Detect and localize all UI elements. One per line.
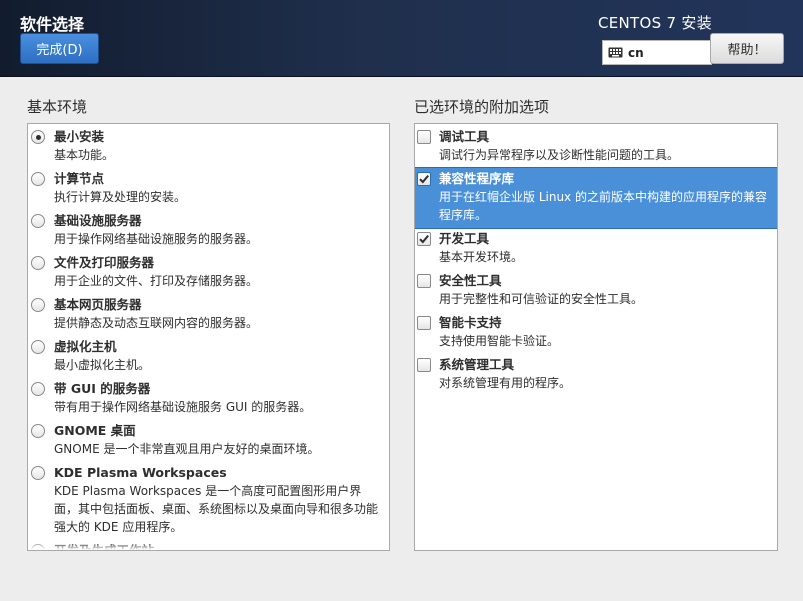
addon-option[interactable]: 调试工具调试行为异常程序以及诊断性能问题的工具。 <box>415 126 777 168</box>
done-button[interactable]: 完成(D) <box>20 33 99 64</box>
page-title: 软件选择 <box>20 15 85 34</box>
checkmark-icon <box>419 174 429 184</box>
checkbox-unchecked[interactable] <box>417 316 431 330</box>
environment-option[interactable]: GNOME 桌面 GNOME 是一个非常直观且用户友好的桌面环境。 <box>30 420 385 462</box>
radio-unselected[interactable] <box>31 214 45 228</box>
keyboard-icon <box>608 47 623 58</box>
environment-option-title: 基本网页服务器 <box>54 297 142 312</box>
addons-list[interactable]: 调试工具调试行为异常程序以及诊断性能问题的工具。 兼容性程序库用于在红帽企业版 L… <box>414 123 778 551</box>
radio-unselected[interactable] <box>31 256 45 270</box>
environment-option-description: GNOME 是一个非常直观且用户友好的桌面环境。 <box>54 442 320 456</box>
radio-unselected[interactable] <box>31 424 45 438</box>
environment-option-description: 执行计算及处理的安装。 <box>54 190 187 204</box>
addon-option-description: 基本开发环境。 <box>439 250 524 264</box>
environment-option-description: 最小虚拟化主机。 <box>54 358 151 372</box>
radio-unselected[interactable] <box>31 466 45 480</box>
addon-option[interactable]: 安全性工具用于完整性和可信验证的安全性工具。 <box>415 270 777 312</box>
checkbox-checked[interactable] <box>417 172 431 186</box>
radio-selected[interactable] <box>31 130 45 144</box>
environment-option[interactable]: KDE Plasma Workspaces KDE Plasma Workspac… <box>30 462 385 540</box>
environment-option-description: 用于企业的文件、打印及存储服务器。 <box>54 274 259 288</box>
environment-option-title: GNOME 桌面 <box>54 423 136 438</box>
environment-option-description: 带有用于操作网络基础设施服务 GUI 的服务器。 <box>54 400 312 414</box>
checkbox-unchecked[interactable] <box>417 358 431 372</box>
scroll-fade <box>28 542 389 550</box>
addon-option-title: 调试工具 <box>439 129 490 144</box>
addon-option[interactable]: 兼容性程序库用于在红帽企业版 Linux 的之前版本中构建的应用程序的兼容程序库… <box>415 167 777 229</box>
addon-option-description: 对系统管理有用的程序。 <box>439 376 572 390</box>
environment-option-description: KDE Plasma Workspaces 是一个高度可配置图形用户界面，其中包… <box>54 484 379 534</box>
environment-option[interactable]: 最小安装 基本功能。 <box>30 126 385 168</box>
radio-unselected[interactable] <box>31 340 45 354</box>
environment-option-title: 带 GUI 的服务器 <box>54 381 151 396</box>
checkbox-checked[interactable] <box>417 232 431 246</box>
keyboard-layout-indicator[interactable]: cn <box>602 40 712 65</box>
addon-option-title: 兼容性程序库 <box>439 171 515 186</box>
addon-option-description: 支持使用智能卡验证。 <box>439 334 560 348</box>
addon-option[interactable]: 智能卡支持支持使用智能卡验证。 <box>415 312 777 354</box>
radio-unselected[interactable] <box>31 172 45 186</box>
addon-option-title: 安全性工具 <box>439 273 502 288</box>
addon-option[interactable]: 开发工具基本开发环境。 <box>415 228 777 270</box>
addon-option-title: 系统管理工具 <box>439 357 515 372</box>
environment-option[interactable]: 带 GUI 的服务器带有用于操作网络基础设施服务 GUI 的服务器。 <box>30 378 385 420</box>
environment-option-title: 最小安装 <box>54 129 105 144</box>
environment-option[interactable]: 基本网页服务器提供静态及动态互联网内容的服务器。 <box>30 294 385 336</box>
addon-option-title: 智能卡支持 <box>439 315 502 330</box>
environment-option[interactable]: 计算节点执行计算及处理的安装。 <box>30 168 385 210</box>
checkbox-unchecked[interactable] <box>417 274 431 288</box>
environment-option-title: 计算节点 <box>54 171 105 186</box>
environment-option-description: 提供静态及动态互联网内容的服务器。 <box>54 316 259 330</box>
addon-option-description: 用于完整性和可信验证的安全性工具。 <box>439 292 644 306</box>
product-title: CENTOS 7 安装 <box>597 14 712 32</box>
addon-option-title: 开发工具 <box>439 231 490 246</box>
radio-unselected[interactable] <box>31 298 45 312</box>
addon-option-description: 调试行为异常程序以及诊断性能问题的工具。 <box>439 148 680 162</box>
environment-option[interactable]: 虚拟化主机最小虚拟化主机。 <box>30 336 385 378</box>
environment-option-title: 文件及打印服务器 <box>54 255 155 270</box>
environment-option[interactable]: 基础设施服务器用于操作网络基础设施服务的服务器。 <box>30 210 385 252</box>
radio-unselected[interactable] <box>31 382 45 396</box>
addon-option[interactable]: 系统管理工具对系统管理有用的程序。 <box>415 354 777 396</box>
checkmark-icon <box>419 234 429 244</box>
environment-option-title: KDE Plasma Workspaces <box>54 465 227 480</box>
environment-option-description: 用于操作网络基础设施服务的服务器。 <box>54 232 259 246</box>
base-environment-list[interactable]: 最小安装基本功能。计算节点执行计算及处理的安装。 基础设施服务器用于操作网络基础设… <box>27 123 390 551</box>
header-bar: 软件选择 完成(D) CENTOS 7 安装 cn 帮助！ <box>0 0 803 77</box>
environment-option[interactable]: 文件及打印服务器用于企业的文件、打印及存储服务器。 <box>30 252 385 294</box>
keyboard-layout-label: cn <box>628 45 644 60</box>
environment-option-description: 基本功能。 <box>54 148 115 162</box>
environment-option-title: 虚拟化主机 <box>54 339 117 354</box>
addon-option-description: 用于在红帽企业版 Linux 的之前版本中构建的应用程序的兼容程序库。 <box>439 190 767 222</box>
help-button[interactable]: 帮助！ <box>710 33 784 64</box>
checkbox-unchecked[interactable] <box>417 130 431 144</box>
environment-option-title: 基础设施服务器 <box>54 213 142 228</box>
addons-heading: 已选环境的附加选项 <box>414 98 550 116</box>
base-environment-heading: 基本环境 <box>27 98 88 116</box>
